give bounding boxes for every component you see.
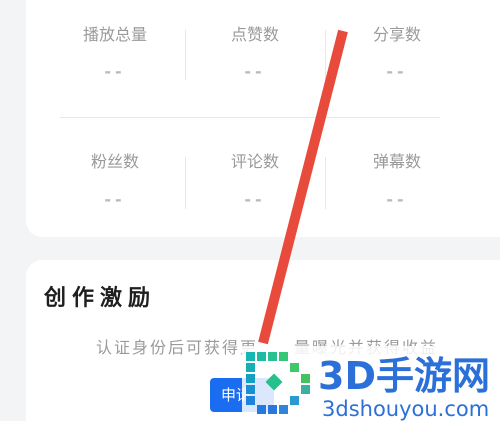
stat-value: -- [104, 190, 126, 209]
stat-label: 评论数 [230, 152, 279, 171]
stat-value: -- [244, 62, 266, 81]
stat-comments: 评论数 [185, 152, 325, 172]
stat-shares: 分享数 [327, 25, 467, 45]
stat-value: -- [244, 190, 266, 209]
column-divider [325, 157, 326, 209]
stat-danmaku: 弹幕数 [327, 152, 467, 172]
watermark-site: 3dshouyou.com [322, 397, 490, 421]
stat-label: 点赞数 [230, 25, 279, 44]
section-title: 创作激励 [44, 286, 157, 311]
row-divider [60, 117, 440, 118]
stat-label: 播放总量 [82, 25, 147, 44]
stat-label: 粉丝数 [90, 152, 139, 171]
column-divider [325, 30, 326, 80]
stat-value: -- [104, 62, 126, 81]
incentive-description: 认证身份后可获得更 [96, 338, 259, 357]
stat-label: 弹幕数 [372, 152, 421, 171]
stat-followers: 粉丝数 [45, 152, 185, 172]
stat-value: -- [386, 190, 408, 209]
stat-value: -- [386, 62, 408, 81]
pixel-d-logo-icon [246, 352, 310, 414]
column-divider [185, 30, 186, 80]
column-divider [185, 157, 186, 209]
stat-total-plays: 播放总量 [45, 25, 185, 45]
stat-label: 分享数 [372, 25, 421, 44]
watermark-brand: 3D手游网 [318, 354, 490, 398]
stat-likes: 点赞数 [185, 25, 325, 45]
